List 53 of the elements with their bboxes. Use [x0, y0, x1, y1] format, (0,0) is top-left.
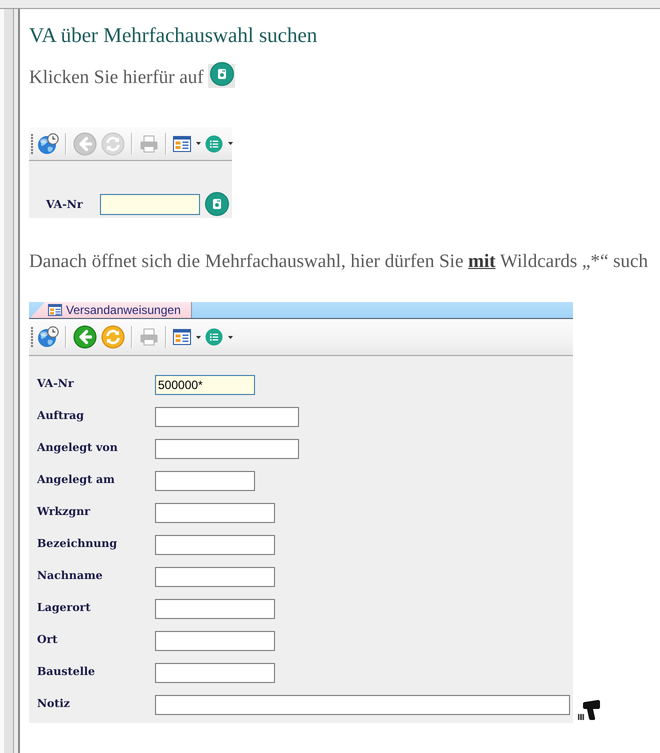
globe-clock-button[interactable]	[37, 326, 59, 348]
window-menu-button[interactable]	[173, 329, 201, 345]
card-icon	[205, 192, 229, 216]
tab[interactable]: Versandanweisungen	[30, 302, 192, 318]
input-field[interactable]	[155, 567, 275, 587]
card-icon	[208, 61, 235, 88]
field-label: Auftrag	[37, 408, 85, 423]
back-button[interactable]	[73, 325, 97, 349]
page-title: VA über Mehrfachauswahl suchen	[29, 24, 318, 46]
field-label: Ort	[37, 632, 58, 647]
field-label: Bezeichnung	[37, 536, 118, 551]
input-field[interactable]	[100, 194, 200, 214]
globe-clock-icon	[37, 132, 59, 154]
list-icon	[205, 328, 223, 346]
search-button[interactable]	[205, 192, 229, 216]
input-field[interactable]	[155, 599, 275, 619]
table-icon	[48, 304, 62, 316]
window-menu-button[interactable]	[173, 136, 201, 152]
refresh-button[interactable]	[101, 325, 125, 349]
input-field[interactable]: 500000*	[155, 375, 255, 395]
input-field[interactable]	[155, 663, 275, 683]
refresh-icon	[101, 132, 125, 156]
list-menu-button[interactable]	[205, 134, 233, 152]
list-menu-button[interactable]	[205, 328, 233, 346]
field-label: Lagerort	[37, 600, 92, 615]
globe-clock-icon	[37, 326, 59, 348]
arrow-left-icon	[73, 325, 97, 349]
printer-icon	[139, 327, 159, 347]
field-label: Angelegt von	[37, 440, 119, 455]
field-label: Baustelle	[37, 664, 96, 679]
field-label: Angelegt am	[37, 472, 116, 487]
field-label: Nachname	[37, 568, 104, 583]
input-field[interactable]	[155, 407, 299, 427]
window-icon	[173, 329, 191, 345]
input-field[interactable]	[155, 535, 275, 555]
input-field[interactable]	[155, 471, 255, 491]
input-field[interactable]	[155, 695, 570, 715]
field-label: Notiz	[37, 696, 71, 711]
input-field[interactable]	[155, 439, 299, 459]
instruction-text: Danach öffnet sich die Mehrfachauswahl, hier dürfen Sie mit Wildcards „*“ such	[29, 251, 649, 272]
field-label: VA-Nr	[37, 376, 75, 391]
input-field[interactable]	[155, 503, 275, 523]
printer-icon	[139, 134, 159, 154]
refresh-icon	[101, 325, 125, 349]
field-label: VA-Nr	[46, 196, 84, 212]
arrow-left-icon	[73, 132, 97, 156]
intro-text: Klicken Sie hierfür auf	[29, 67, 204, 88]
barcode-scanner-icon[interactable]	[577, 699, 601, 721]
field-label: Wrkzgnr	[37, 504, 92, 519]
list-icon	[205, 134, 223, 152]
window-icon	[173, 136, 191, 152]
input-field[interactable]	[155, 631, 275, 651]
globe-clock-button[interactable]	[37, 132, 59, 154]
